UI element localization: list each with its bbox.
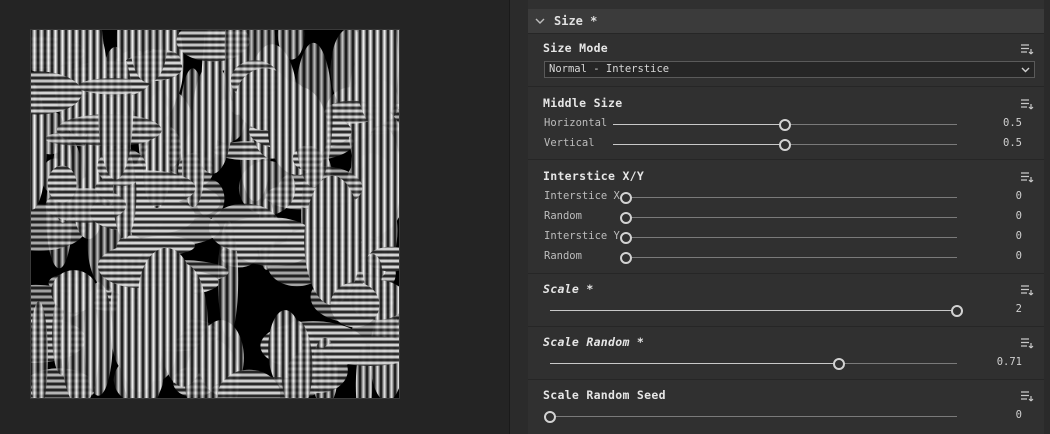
slider-value[interactable]: 0	[1016, 250, 1022, 262]
slider-label: Random	[544, 210, 582, 222]
slider-value[interactable]: 0	[1016, 210, 1022, 222]
section-header-size[interactable]: Size *	[528, 9, 1044, 34]
slider-knob[interactable]	[620, 192, 632, 204]
slider-track[interactable]	[626, 197, 957, 198]
group-scale-random: Scale Random * 0.71	[528, 327, 1044, 380]
list-menu-icon[interactable]	[1020, 390, 1034, 402]
group-title: Middle Size	[543, 96, 623, 110]
slider-row-scale: 2	[528, 302, 1044, 318]
texture-blob	[98, 46, 133, 180]
slider-knob[interactable]	[620, 252, 632, 264]
slider-row-scale-random: 0.71	[528, 355, 1044, 371]
slider-track[interactable]	[626, 217, 957, 218]
group-scale: Scale * 2	[528, 274, 1044, 327]
slider-value[interactable]: 0	[1016, 409, 1022, 421]
list-menu-icon[interactable]	[1020, 43, 1034, 55]
texture-blob	[51, 270, 97, 313]
slider-value[interactable]: 0.71	[997, 356, 1022, 368]
panel-gutter	[510, 0, 528, 434]
chevron-down-icon	[1021, 67, 1030, 73]
slider-track[interactable]	[626, 257, 957, 258]
slider-row-random-x: Random 0	[528, 209, 1044, 225]
group-middle-size: Middle Size Horizontal 0.5 Vertical 0.5	[528, 87, 1044, 160]
slider-row-random-y: Random 0	[528, 249, 1044, 265]
slider-label: Interstice Y	[544, 230, 620, 242]
list-menu-icon[interactable]	[1020, 337, 1034, 349]
texture-blob	[208, 203, 281, 252]
group-title: Scale Random *	[543, 335, 645, 349]
size-mode-dropdown[interactable]: Normal - Interstice	[544, 61, 1035, 78]
slider-label: Horizontal	[544, 117, 608, 129]
slider-label: Random	[544, 250, 582, 262]
slider-value[interactable]: 2	[1016, 303, 1022, 315]
group-title: Interstice X/Y	[543, 169, 645, 183]
slider-row-interstice-x: Interstice X 0	[528, 189, 1044, 205]
slider-row-scale-random-seed: 0	[528, 408, 1044, 424]
texture-blob	[47, 165, 77, 203]
texture-blob	[330, 282, 380, 328]
texture-viewport	[0, 0, 510, 434]
slider-value[interactable]: 0	[1016, 230, 1022, 242]
slider-row-interstice-y: Interstice Y 0	[528, 229, 1044, 245]
slider-knob[interactable]	[544, 411, 556, 423]
slider-row-horizontal: Horizontal 0.5	[528, 116, 1044, 132]
slider-track[interactable]	[550, 416, 957, 417]
chevron-down-icon[interactable]	[534, 15, 546, 27]
slider-track[interactable]	[626, 237, 957, 238]
slider-knob[interactable]	[832, 358, 845, 370]
slider-fill	[550, 310, 957, 311]
slider-knob[interactable]	[779, 139, 791, 151]
texture-blob	[78, 78, 148, 95]
texture-preview	[30, 29, 400, 399]
slider-value[interactable]: 0.5	[1003, 117, 1022, 129]
slider-knob[interactable]	[620, 212, 632, 224]
texture-blob	[192, 63, 233, 174]
slider-knob[interactable]	[779, 119, 791, 131]
slider-label: Interstice X	[544, 190, 620, 202]
group-interstice: Interstice X/Y Interstice X 0 Random 0 I…	[528, 160, 1044, 274]
slider-value[interactable]: 0	[1016, 190, 1022, 202]
texture-blob	[138, 247, 195, 343]
group-scale-random-seed: Scale Random Seed 0	[528, 380, 1044, 434]
list-menu-icon[interactable]	[1020, 98, 1034, 110]
section-title: Size *	[554, 14, 598, 28]
slider-value[interactable]: 0.5	[1003, 137, 1022, 149]
panel-scrollbar[interactable]	[1044, 0, 1050, 434]
slider-knob[interactable]	[951, 305, 963, 317]
group-title: Scale Random Seed	[543, 388, 666, 402]
slider-row-vertical: Vertical 0.5	[528, 136, 1044, 152]
texture-blob	[294, 42, 333, 188]
slider-label: Vertical	[544, 137, 595, 149]
texture-blob	[235, 68, 294, 131]
list-menu-icon[interactable]	[1020, 171, 1034, 183]
slider-fill	[550, 363, 839, 364]
slider-fill	[613, 124, 785, 125]
group-title: Size Mode	[543, 41, 609, 55]
group-title: Scale *	[543, 282, 594, 296]
dropdown-value: Normal - Interstice	[549, 63, 670, 75]
slider-fill	[613, 144, 785, 145]
slider-knob[interactable]	[620, 232, 632, 244]
group-size-mode: Size Mode Normal - Interstice	[528, 34, 1044, 87]
list-menu-icon[interactable]	[1020, 284, 1034, 296]
